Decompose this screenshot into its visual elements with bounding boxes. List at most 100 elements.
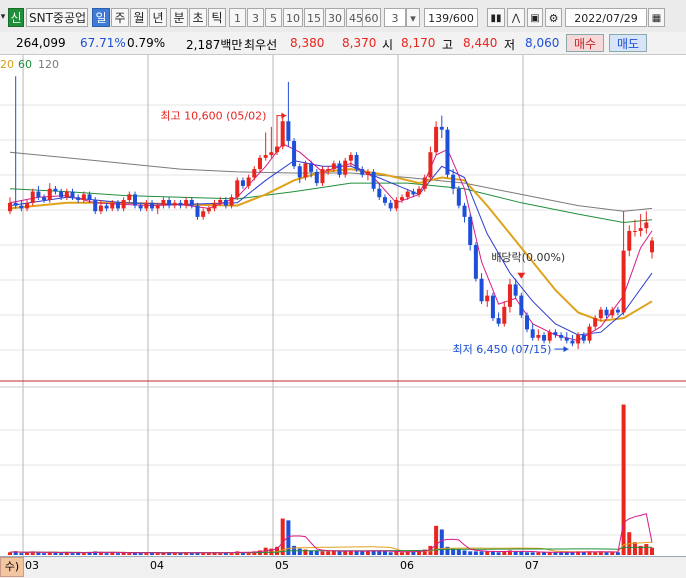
save-icon[interactable]: ▣ xyxy=(527,8,543,27)
candle-body xyxy=(400,197,405,200)
candle-body xyxy=(576,335,581,344)
volume-bar xyxy=(138,553,143,555)
sell-button[interactable]: 매도 xyxy=(609,34,647,52)
minute-button-1[interactable]: 1 xyxy=(229,8,246,27)
low-annotation: 최저 6,450 (07/15) xyxy=(452,343,551,356)
tab-period-second[interactable]: 초 xyxy=(189,8,207,27)
chart-toolbar: ▾ 신 SNT중공업 일 주 월 년 분 초 틱 1 3 5 10 15 30 … xyxy=(0,0,686,33)
candle-body xyxy=(382,197,387,203)
candle-body xyxy=(621,250,626,313)
candle-body xyxy=(127,194,132,200)
volume-value: 264,099 xyxy=(16,36,66,50)
volume-bar xyxy=(343,551,348,555)
candle-body xyxy=(451,174,456,189)
candle-body xyxy=(434,126,439,153)
candle-body xyxy=(13,202,18,206)
month-label-07: 07 xyxy=(525,559,539,572)
candle-body xyxy=(223,200,228,206)
candle-body xyxy=(167,200,172,206)
dividend-annotation: 배당락(0.00%) xyxy=(491,251,565,264)
volume-bar xyxy=(81,553,86,555)
dropdown-arrow-icon[interactable]: ▾ xyxy=(0,8,6,27)
candle-body xyxy=(144,202,149,209)
candle-body xyxy=(479,278,484,302)
priority-label: 최우선 xyxy=(244,38,278,52)
volume-bar xyxy=(610,552,615,555)
calendar-icon[interactable]: ▦ xyxy=(648,8,665,27)
count-field[interactable]: 139/600 xyxy=(424,8,478,27)
minute-button-15[interactable]: 15 xyxy=(304,8,324,27)
candle-body xyxy=(564,337,569,341)
candle-body xyxy=(485,295,490,302)
line-type-icon[interactable]: ⋀ xyxy=(507,8,525,27)
volume-bar xyxy=(496,552,501,555)
candle-body xyxy=(530,329,535,338)
candle-body xyxy=(650,240,654,253)
tab-period-year[interactable]: 년 xyxy=(149,8,167,27)
candle-body xyxy=(161,200,166,206)
tab-period-month[interactable]: 월 xyxy=(130,8,148,27)
stock-name-field[interactable]: SNT중공업 xyxy=(26,8,88,27)
candle-body xyxy=(627,230,632,251)
volume-bar xyxy=(337,551,342,555)
ma120-label: 120 xyxy=(38,58,59,71)
tab-period-day[interactable]: 일 xyxy=(92,8,110,27)
candle-body xyxy=(536,335,541,338)
candle-body xyxy=(337,163,342,175)
candle-body xyxy=(559,335,564,338)
candle-body xyxy=(615,309,620,313)
candle-body xyxy=(644,222,649,229)
volume-bar xyxy=(19,553,24,555)
volume-bar xyxy=(360,551,365,555)
candle-body xyxy=(81,194,86,200)
candle-body xyxy=(263,155,268,158)
candle-body xyxy=(275,146,280,153)
candle-body xyxy=(280,121,285,147)
candle-body xyxy=(19,205,24,209)
volume-bar xyxy=(206,553,211,555)
volume-bar xyxy=(229,553,234,555)
date-field[interactable]: 2022/07/29 xyxy=(565,8,647,27)
minute-button-30[interactable]: 30 xyxy=(325,8,345,27)
candle-body xyxy=(320,169,325,184)
minute-button-60[interactable]: 60 xyxy=(362,8,381,27)
minute-value-field[interactable]: 3 xyxy=(384,8,406,27)
volume-bar xyxy=(388,552,393,555)
minute-button-10[interactable]: 10 xyxy=(283,8,303,27)
candle-body xyxy=(138,205,143,209)
candle-body xyxy=(326,169,331,171)
month-label-05: 05 xyxy=(275,559,290,572)
candle-body xyxy=(309,163,314,172)
volume-bar xyxy=(326,551,331,555)
candle-body xyxy=(581,335,586,341)
minute-dropdown-icon[interactable]: ▾ xyxy=(406,8,420,27)
buy-button[interactable]: 매수 xyxy=(566,34,604,52)
candle-type-icon[interactable]: ▮▮ xyxy=(487,8,505,27)
volume-bar xyxy=(115,553,120,555)
low-label: 저 xyxy=(504,38,516,52)
stock-chart[interactable]: 20 60 120 최고 10,600 (05/02) 최저 6,450 (07… xyxy=(0,55,686,556)
axis-mode-button[interactable]: 수) xyxy=(0,557,24,577)
candle-body xyxy=(252,169,257,178)
month-label-04: 04 xyxy=(150,559,165,572)
volume-bar xyxy=(320,551,325,555)
price-info-bar: 264,099 67.71% 0.79% 2,187백만 최우선 8,380 8… xyxy=(0,32,686,55)
minute-button-5[interactable]: 5 xyxy=(265,8,282,27)
tab-period-tick[interactable]: 틱 xyxy=(208,8,226,27)
volume-bar xyxy=(297,548,302,555)
candle-body xyxy=(8,202,12,212)
candle-body xyxy=(519,295,524,316)
candle-body xyxy=(417,188,422,195)
settings-gear-icon[interactable]: ⚙ xyxy=(545,8,562,27)
volume-bar xyxy=(473,551,478,555)
turnover-pct: 0.79% xyxy=(127,36,166,50)
minute-button-3[interactable]: 3 xyxy=(247,8,264,27)
tab-period-week[interactable]: 주 xyxy=(111,8,129,27)
tab-period-minute[interactable]: 분 xyxy=(170,8,188,27)
candle-body xyxy=(547,332,552,341)
low-arrow-head xyxy=(563,346,569,353)
candle-body xyxy=(240,180,245,186)
candle-body xyxy=(297,166,302,178)
volume-bar xyxy=(59,553,64,555)
candle-body xyxy=(490,295,495,319)
